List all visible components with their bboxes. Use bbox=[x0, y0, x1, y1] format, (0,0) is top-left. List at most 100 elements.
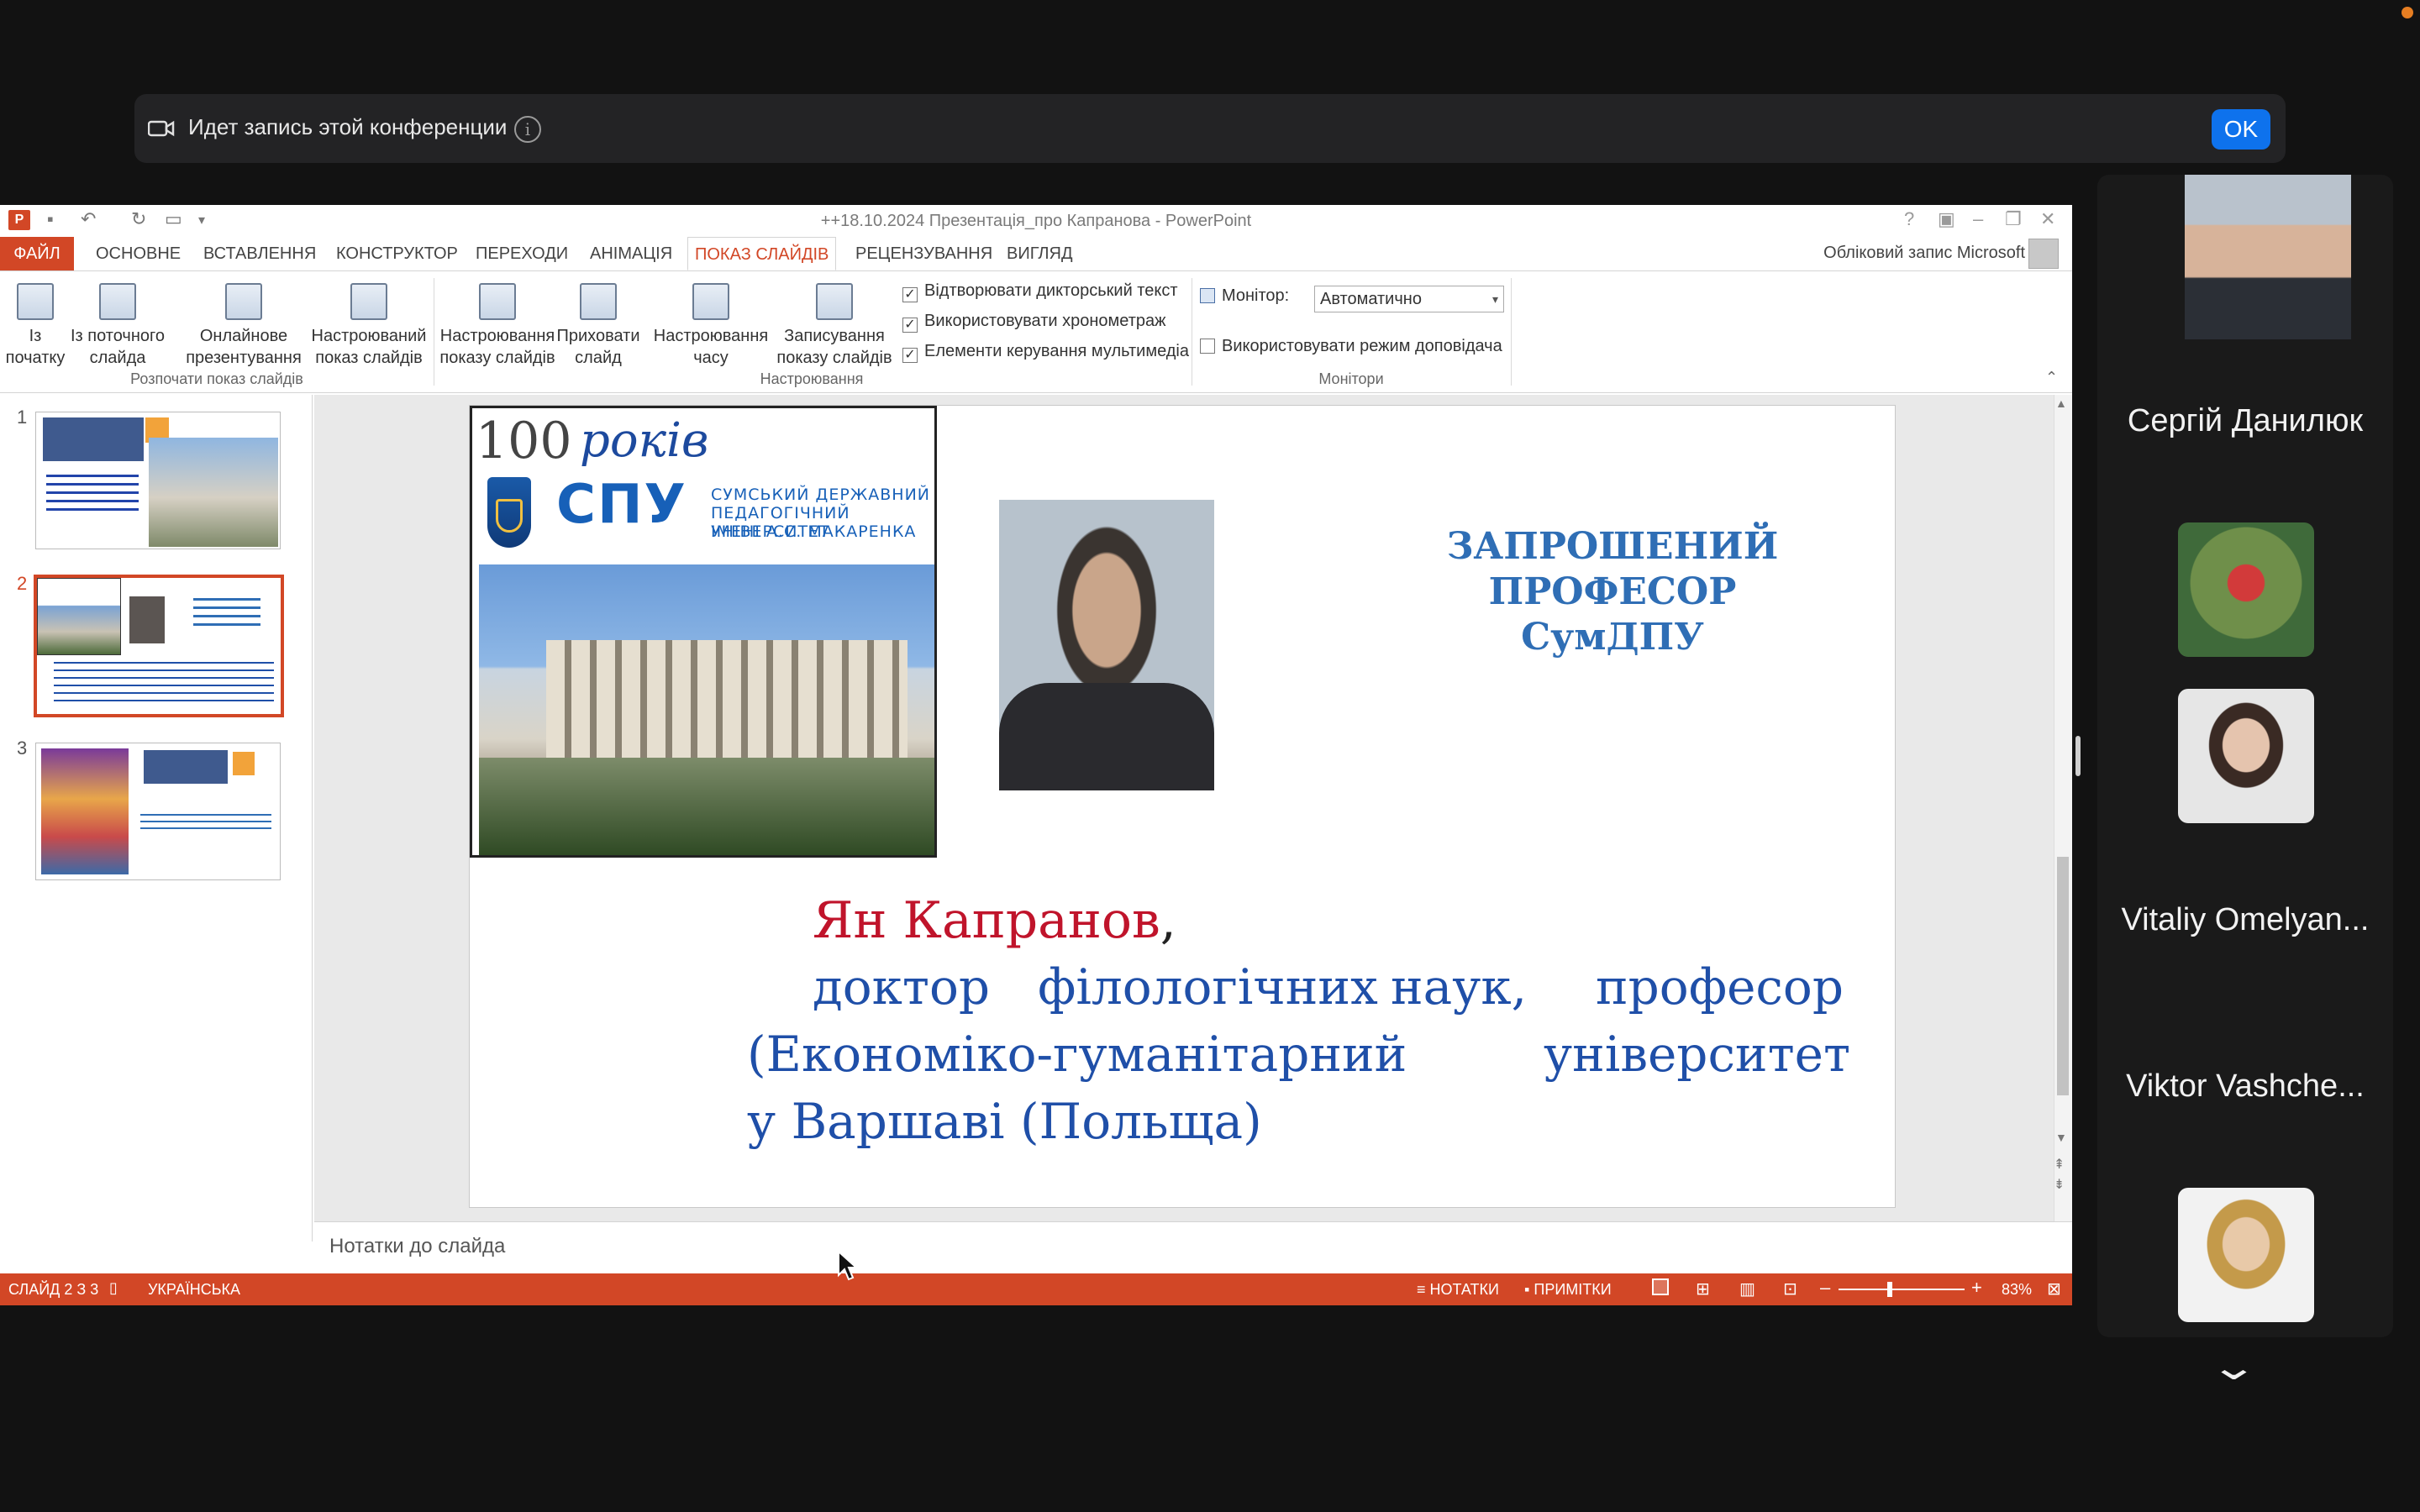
monitor-select[interactable]: Автоматично ▾ bbox=[1314, 286, 1504, 312]
tab-animations[interactable]: АНІМАЦІЯ bbox=[583, 237, 679, 270]
notes-pane[interactable] bbox=[314, 1221, 2072, 1265]
help-icon[interactable]: ? bbox=[1904, 208, 1914, 230]
collapse-ribbon-icon[interactable]: ⌃ bbox=[2045, 369, 2058, 386]
record-slideshow-button[interactable]: Записування показу слайдів bbox=[771, 283, 897, 369]
avatar[interactable] bbox=[2028, 239, 2059, 269]
zoom-slider[interactable] bbox=[1839, 1289, 1965, 1290]
from-current-slide-button[interactable]: Із поточного слайда bbox=[67, 283, 168, 369]
building-facade bbox=[546, 640, 908, 766]
panel-resize-handle[interactable] bbox=[2075, 736, 2081, 776]
tab-file[interactable]: ФАЙЛ bbox=[0, 237, 74, 270]
fit-to-window-icon[interactable]: ⊠ bbox=[2047, 1278, 2061, 1299]
participant-video-4[interactable] bbox=[2178, 1188, 2314, 1322]
scroll-down-icon[interactable]: ▼ bbox=[2055, 1131, 2067, 1144]
description-word: професор bbox=[1596, 958, 1844, 1016]
record-icon bbox=[816, 283, 853, 320]
checkbox-label: Відтворювати дикторський текст bbox=[924, 281, 1178, 300]
slide-thumbnail-2[interactable] bbox=[34, 575, 284, 717]
slideshow-view-icon[interactable]: ⊡ bbox=[1783, 1278, 1797, 1299]
setup-slideshow-button[interactable]: Настроювання показу слайдів bbox=[439, 283, 556, 369]
vertical-scrollbar[interactable] bbox=[2054, 395, 2072, 1242]
media-controls-checkbox[interactable]: ✓ Елементи керування мультимедіа bbox=[902, 342, 1189, 363]
monitor-label-text: Монітор: bbox=[1222, 286, 1290, 305]
hide-slide-icon bbox=[580, 283, 617, 320]
university-building-photo bbox=[479, 564, 934, 855]
zoom-out-icon[interactable]: – bbox=[1820, 1277, 1830, 1299]
slide-counter: СЛАЙД 2 З 3 bbox=[8, 1281, 99, 1298]
tab-insert[interactable]: ВСТАВЛЕННЯ bbox=[197, 237, 323, 270]
checkbox-label: Використовувати режим доповідача bbox=[1222, 337, 1502, 355]
tab-home[interactable]: ОСНОВНЕ bbox=[89, 237, 187, 270]
scroll-up-icon[interactable]: ▲ bbox=[2055, 396, 2067, 410]
slide-sorter-icon[interactable]: ⊞ bbox=[1696, 1278, 1710, 1299]
participant-video-1[interactable] bbox=[2185, 175, 2351, 339]
invite-title-line: СумДПУ bbox=[1521, 616, 1704, 659]
thumb-banner bbox=[43, 417, 144, 461]
zoom-in-icon[interactable]: + bbox=[1971, 1277, 1982, 1299]
description-word: (Економіко-гуманітарний bbox=[747, 1026, 1407, 1083]
tab-view[interactable]: ВИГЛЯД bbox=[1000, 237, 1080, 270]
ribbon: Із початку Із поточного слайда Онлайнове… bbox=[0, 270, 2072, 393]
tab-slideshow[interactable]: ПОКАЗ СЛАЙДІВ bbox=[687, 237, 837, 270]
hide-slide-button[interactable]: Приховати слайд bbox=[556, 283, 640, 369]
present-online-button[interactable]: Онлайнове презентування bbox=[176, 283, 311, 369]
button-label: часу bbox=[693, 349, 729, 367]
thumb-text bbox=[54, 662, 274, 706]
info-icon[interactable]: i bbox=[514, 116, 541, 143]
notes-toggle[interactable]: ≡ НОТАТКИ bbox=[1417, 1281, 1499, 1299]
university-acronym: СПУ bbox=[556, 474, 687, 536]
zoom-slider-thumb[interactable] bbox=[1887, 1282, 1892, 1297]
slide-thumbnail-1[interactable] bbox=[35, 412, 281, 549]
chevron-down-icon[interactable]: ⌄ bbox=[2209, 1346, 2259, 1389]
notes-toggle-label: НОТАТКИ bbox=[1429, 1281, 1499, 1298]
thumb-photo bbox=[37, 578, 121, 655]
account-menu[interactable]: Обліковий запис Microsoft bbox=[1823, 244, 2025, 263]
comments-toggle[interactable]: ▪ ПРИМІТКИ bbox=[1524, 1281, 1612, 1299]
scrollbar-thumb[interactable] bbox=[2057, 857, 2069, 1095]
thumb-portrait bbox=[129, 596, 165, 643]
ok-button[interactable]: OK bbox=[2212, 109, 2270, 150]
button-label: Записування bbox=[784, 327, 885, 345]
language-indicator[interactable]: УКРАЇНСЬКА bbox=[148, 1281, 240, 1299]
use-timings-checkbox[interactable]: ✓ Використовувати хронометраж bbox=[902, 312, 1166, 333]
reading-view-icon[interactable]: ▥ bbox=[1739, 1278, 1755, 1299]
spellcheck-icon[interactable]: ▯ bbox=[109, 1279, 118, 1297]
zoom-level[interactable]: 83% bbox=[2002, 1281, 2032, 1299]
participant-name: Сергій Данилюк bbox=[2127, 403, 2364, 438]
comments-toggle-label: ПРИМІТКИ bbox=[1534, 1281, 1612, 1298]
camera-icon bbox=[148, 120, 175, 137]
tab-review[interactable]: РЕЦЕНЗУВАННЯ bbox=[849, 237, 999, 270]
speaker-name-text: Ян Капранов bbox=[813, 891, 1160, 950]
thumb-text bbox=[140, 814, 271, 832]
thumb-poster bbox=[41, 748, 129, 874]
slide-thumbnail-3[interactable] bbox=[35, 743, 281, 880]
invite-title-line: ЗАПРОШЕНИЙ bbox=[1446, 525, 1779, 568]
presenter-view-checkbox[interactable]: Використовувати режим доповідача bbox=[1200, 337, 1502, 356]
checkbox-label: Елементи керування мультимедіа bbox=[924, 342, 1189, 360]
from-beginning-button[interactable]: Із початку bbox=[5, 283, 66, 369]
university-name-line: ІМЕНІ А.С. МАКАРЕНКА bbox=[711, 522, 917, 541]
current-slide[interactable]: 100 років СПУ СУМСЬКИЙ ДЕРЖАВНИЙ ПЕДАГОГ… bbox=[469, 405, 1896, 1208]
rehearse-timings-button[interactable]: Настроювання часу bbox=[652, 283, 770, 369]
participant-video-3[interactable] bbox=[2178, 689, 2314, 823]
thumb-photo bbox=[149, 438, 278, 547]
button-label: показу слайдів bbox=[776, 349, 892, 367]
previous-slide-icon[interactable]: ⇞ bbox=[2054, 1156, 2065, 1173]
slideshow-current-icon bbox=[99, 283, 136, 320]
participant-video-2[interactable] bbox=[2178, 522, 2314, 657]
next-slide-icon[interactable]: ⇟ bbox=[2054, 1176, 2065, 1193]
ribbon-display-icon[interactable]: ▣ bbox=[1938, 208, 1955, 230]
invite-title-line: ПРОФЕСОР bbox=[1488, 570, 1737, 613]
play-narrations-checkbox[interactable]: ✓ Відтворювати дикторський текст bbox=[902, 281, 1178, 302]
button-label: Настроюваний bbox=[311, 327, 427, 345]
portrait-jacket bbox=[999, 683, 1214, 790]
normal-view-icon[interactable] bbox=[1652, 1278, 1669, 1295]
minimize-icon[interactable]: – bbox=[1973, 208, 1983, 230]
custom-slideshow-button[interactable]: Настроюваний показ слайдів bbox=[308, 283, 430, 369]
restore-icon[interactable]: ❐ bbox=[2005, 208, 2022, 230]
button-label: Приховати bbox=[556, 327, 640, 345]
tab-transitions[interactable]: ПЕРЕХОДИ bbox=[469, 237, 575, 270]
tab-design[interactable]: КОНСТРУКТОР bbox=[329, 237, 465, 270]
participant-name: Viktor Vashche... bbox=[2126, 1068, 2365, 1104]
close-icon[interactable]: ✕ bbox=[2040, 208, 2055, 230]
